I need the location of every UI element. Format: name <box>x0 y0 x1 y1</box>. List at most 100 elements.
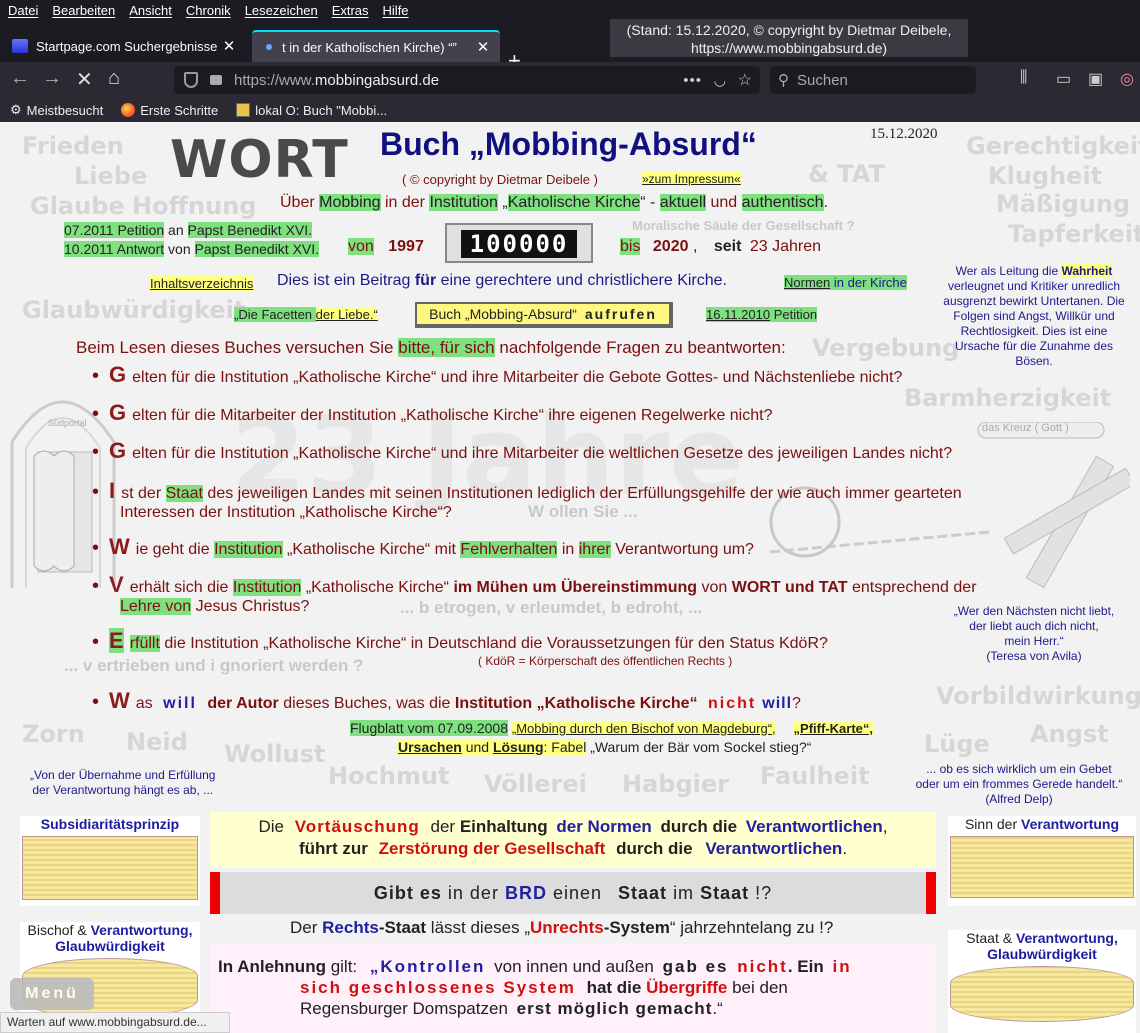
bischof-subheading: Glaubwürdigkeit <box>55 938 165 954</box>
back-arrow-icon[interactable]: ← <box>10 67 30 90</box>
domspatzen-line-1: In Anlehnung gilt: „Kontrollen von innen… <box>218 957 852 976</box>
watermark-word: Wollust <box>224 740 326 768</box>
page-title: Buch „Mobbing-Absurd“ <box>380 126 757 162</box>
watermark-word: Glaubwürdigkeit <box>22 296 246 324</box>
web-page: 23 Jahre Frieden Liebe Glaube Hoffnung G… <box>0 122 1140 1033</box>
ursachen-link[interactable]: Ursachen <box>398 739 462 755</box>
flugblatt-line: Flugblatt vom 07.09.2008 „Mobbing durch … <box>350 720 873 736</box>
forward-arrow-icon[interactable]: → <box>42 67 62 90</box>
inhaltsverzeichnis-link[interactable]: Inhaltsverzeichnis <box>150 276 254 291</box>
menu-bearbeiten[interactable]: Bearbeiten <box>52 3 115 18</box>
copyright: ( © copyright by Dietmar Deibele ) <box>402 172 598 187</box>
facetten-link[interactable]: „Die Facetten der Liebe.“ <box>234 307 378 322</box>
bis-seit-line: bis 2020 , seit 23 Jahren <box>620 238 822 255</box>
page-actions-icon[interactable]: ••• <box>683 72 702 89</box>
firefox-icon <box>121 103 136 117</box>
von-bis-line: von 1997 <box>348 238 424 255</box>
pfiff-karte-link[interactable]: „Pfiff-Karte“, <box>793 721 873 736</box>
bookmark-star-icon[interactable]: ☆ <box>738 70 752 90</box>
menu-datei[interactable]: Datei <box>8 3 38 18</box>
bookmarks-toolbar: ⚙ Meistbesucht Erste Schritte lokal O: Bu… <box>0 98 1140 122</box>
watermark-word: Völlerei <box>484 770 587 798</box>
subsidiaritaet-box[interactable]: Subsidiaritätsprinzip <box>20 816 200 906</box>
subsidiaritaet-link[interactable]: Subsidiaritätsprinzip <box>20 816 200 832</box>
close-icon[interactable]: ✕ <box>220 37 238 55</box>
search-input[interactable]: ⚲ Suchen <box>770 66 976 94</box>
bookmark-meistbesucht[interactable]: ⚙ Meistbesucht <box>10 102 103 118</box>
watermark-word: Lüge <box>924 730 990 758</box>
question-4-cont: Interessen der Institution „Katholische … <box>120 504 452 521</box>
status-bar: Warten auf www.mobbingabsurd.de... <box>0 1012 230 1033</box>
petition-line: 07.2011 Petition an Papst Benedikt XVI. <box>64 222 313 238</box>
vortaeuschung-line-1: Die Vortäuschung der Einhaltung der Norm… <box>258 817 888 836</box>
domspatzen-line-2: sich geschlossenes System hat die Übergr… <box>300 978 788 997</box>
question-1: • Gelten für die Institution „Katholische… <box>92 362 903 387</box>
menu-extras[interactable]: Extras <box>332 3 369 18</box>
question-7: • Erfüllt die Institution „Katholische Ki… <box>92 628 828 653</box>
watermark-word: Habgier <box>622 770 729 798</box>
watermark-word: Zorn <box>22 720 85 748</box>
search-placeholder: Suchen <box>797 71 848 89</box>
watermark-word: Faulheit <box>760 762 870 790</box>
kreuz-label: das Kreuz ( Gott ) <box>982 422 1069 434</box>
staat-subheading: Glaubwürdigkeit <box>987 946 1097 962</box>
search-icon: ⚲ <box>778 72 789 89</box>
question-8: • Was will der Autor dieses Buches, was d… <box>92 688 801 713</box>
watermark-word: Frieden <box>22 132 124 160</box>
question-5: • Wie geht die Institution „Katholische K… <box>92 534 754 559</box>
menu-hilfe[interactable]: Hilfe <box>383 3 409 18</box>
beitrag-text: Dies ist ein Beitrag für eine gerechtere… <box>277 272 727 289</box>
stop-loading-icon[interactable]: ✕ <box>76 67 93 92</box>
tab-mobbingabsurd[interactable]: t in der Katholischen Kirche) “” ✕ <box>252 30 500 62</box>
url-text[interactable]: https://www.mobbingabsurd.de <box>234 72 439 89</box>
menu-ansicht[interactable]: Ansicht <box>129 3 172 18</box>
sidebar-icon[interactable]: ▭ <box>1056 69 1071 89</box>
about-line: Über Mobbing in der Institution „Katholi… <box>280 194 828 211</box>
tracking-shield-icon[interactable] <box>184 72 198 88</box>
antwort-line: 10.2011 Antwort von Papst Benedikt XVI. <box>64 241 320 257</box>
watermark-word: Klugheit <box>988 162 1103 190</box>
right-quote-teresa: „Wer den Nächsten nicht liebt, der liebt … <box>953 604 1115 663</box>
sinn-verantwortung-box[interactable]: Sinn der Verantwortung <box>948 816 1136 906</box>
staat-im-staat-box: Gibt es in der BRD einen Staat im Staat … <box>210 872 936 914</box>
account-icon[interactable]: ◎ <box>1120 69 1134 89</box>
antwort-link[interactable]: 10.2011 Antwort <box>64 241 165 257</box>
close-icon[interactable]: ✕ <box>474 38 492 56</box>
normen-link[interactable]: Normen in der Kirche <box>784 275 907 290</box>
petition-2010-link[interactable]: 16.11.2010 Petition <box>706 307 818 322</box>
bookmark-erste-schritte[interactable]: Erste Schritte <box>121 103 218 118</box>
tab-tooltip: (Stand: 15.12.2020, © copyright by Dietm… <box>610 19 968 57</box>
tab-startpage[interactable]: Startpage.com Suchergebnisse ✕ <box>4 30 246 62</box>
pocket-icon[interactable]: ◡ <box>714 72 726 89</box>
question-6: • Verhält sich die Institution „Katholisc… <box>92 572 977 597</box>
rechtsstaat-line: Der Rechts-Staat lässt dieses „Unrechts-… <box>290 918 834 937</box>
gear-icon: ⚙ <box>10 102 22 117</box>
question-2: • Gelten für die Mitarbeiter der Institut… <box>92 400 773 425</box>
watermark-word: Vorbildwirkung <box>936 682 1140 710</box>
question-3: • Gelten für die Institution „Katholische… <box>92 438 953 463</box>
staat-box[interactable]: Staat & Verantwortung, Glaubwürdigkeit <box>948 930 1136 1033</box>
watermark-word: Hochmut <box>328 762 450 790</box>
menu-lesezeichen[interactable]: Lesezeichen <box>245 3 318 18</box>
mobbing-bischof-link[interactable]: „Mobbing durch den Bischof von Magdeburg… <box>511 721 776 736</box>
menu-bar: Datei Bearbeiten Ansicht Chronik Lesezei… <box>0 0 1140 20</box>
watermark-word: Gerechtigkeit <box>966 132 1140 160</box>
watermark-word: Hoffnung <box>132 192 257 220</box>
book-open-button[interactable]: Buch „Mobbing-Absurd“ aufrufen <box>415 302 673 328</box>
petition-link[interactable]: 07.2011 Petition <box>64 222 165 238</box>
watermark-word: Liebe <box>74 162 148 190</box>
menu-button[interactable]: Menü <box>10 978 94 1010</box>
sinn-diagram <box>950 836 1134 898</box>
wort-heading: WORT <box>170 130 349 190</box>
lock-icon[interactable] <box>210 75 222 85</box>
library-icon[interactable]: ⫼ <box>1020 69 1027 87</box>
menu-chronik[interactable]: Chronik <box>186 3 231 18</box>
home-icon[interactable]: ⌂ <box>108 67 120 90</box>
watermark-word: Tapferkeit <box>1008 220 1140 248</box>
bischof-heading: Bischof & Verantwortung, <box>27 922 193 938</box>
url-bar[interactable]: https://www.mobbingabsurd.de ••• ◡ ☆ <box>174 66 760 94</box>
bookmark-lokal[interactable]: lokal O: Buch "Mobbi... <box>236 103 387 118</box>
impressum-link[interactable]: »zum Impressum« <box>642 172 741 186</box>
flugblatt-link[interactable]: Flugblatt vom 07.09.2008 <box>350 720 508 736</box>
screenshot-icon[interactable]: ▣ <box>1088 69 1103 89</box>
